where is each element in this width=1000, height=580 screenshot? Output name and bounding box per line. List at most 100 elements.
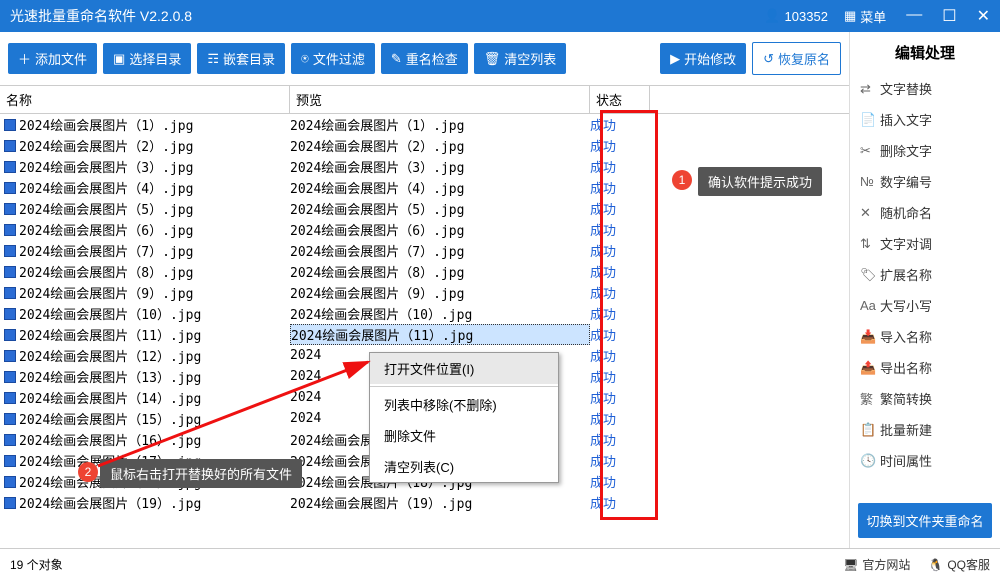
sidebar-title: 编辑处理 <box>858 42 992 63</box>
file-name: 2024绘画会展图片（14）.jpg <box>19 388 201 407</box>
table-row[interactable]: 2024绘画会展图片（6）.jpg2024绘画会展图片（6）.jpg成功 <box>0 219 849 240</box>
file-icon <box>4 455 16 467</box>
file-icon <box>4 392 16 404</box>
file-name: 2024绘画会展图片（12）.jpg <box>19 346 201 365</box>
table-row[interactable]: 2024绘画会展图片（10）.jpg2024绘画会展图片（10）.jpg成功 <box>0 303 849 324</box>
grid-icon: ▦ <box>844 8 856 24</box>
table-row[interactable]: 2024绘画会展图片（8）.jpg2024绘画会展图片（8）.jpg成功 <box>0 261 849 282</box>
table-row[interactable]: 2024绘画会展图片（2）.jpg2024绘画会展图片（2）.jpg成功 <box>0 135 849 156</box>
table-row[interactable]: 2024绘画会展图片（9）.jpg2024绘画会展图片（9）.jpg成功 <box>0 282 849 303</box>
user-badge[interactable]: 👤 103352 <box>764 8 828 24</box>
file-name: 2024绘画会展图片（19）.jpg <box>19 493 201 512</box>
sidebar-item[interactable]: 繁繁简转换 <box>858 383 992 414</box>
side-icon: Aa <box>860 298 874 313</box>
file-icon <box>4 413 16 425</box>
filter-icon: ⍟ <box>301 51 309 67</box>
ctx-separator <box>370 386 558 387</box>
switch-mode-button[interactable]: 切换到文件夹重命名 <box>858 503 992 538</box>
qq-icon: 🐧 <box>928 558 943 572</box>
sidebar-item[interactable]: 📥导入名称 <box>858 321 992 352</box>
col-preview[interactable]: 预览 <box>290 86 590 113</box>
sidebar-item[interactable]: 🕓时间属性 <box>858 445 992 476</box>
file-name: 2024绘画会展图片（8）.jpg <box>19 262 193 281</box>
check-icon: ✎ <box>391 51 402 67</box>
file-preview: 2024绘画会展图片（1）.jpg <box>290 115 590 134</box>
file-filter-button[interactable]: ⍟文件过滤 <box>291 43 375 74</box>
file-name: 2024绘画会展图片（2）.jpg <box>19 136 193 155</box>
file-icon <box>4 182 16 194</box>
side-icon: № <box>860 174 874 189</box>
clear-list-button[interactable]: 🗑清空列表 <box>474 43 567 74</box>
file-name: 2024绘画会展图片（13）.jpg <box>19 367 201 386</box>
file-name: 2024绘画会展图片（11）.jpg <box>19 325 201 344</box>
undo-icon: ↺ <box>763 51 774 67</box>
side-icon: 📥 <box>860 329 874 345</box>
side-icon: 🏷 <box>860 267 874 283</box>
sidebar-item[interactable]: ⇅文字对调 <box>858 228 992 259</box>
file-name: 2024绘画会展图片（3）.jpg <box>19 157 193 176</box>
sidebar-item[interactable]: 📤导出名称 <box>858 352 992 383</box>
sidebar-item[interactable]: 📄插入文字 <box>858 104 992 135</box>
file-preview: 2024绘画会展图片（4）.jpg <box>290 178 590 197</box>
col-name[interactable]: 名称 <box>0 86 290 113</box>
minimize-button[interactable]: — <box>906 6 922 26</box>
side-label: 文字替换 <box>880 79 932 98</box>
trash-icon: 🗑 <box>484 51 501 67</box>
menu-button[interactable]: ▦ 菜单 <box>844 7 886 26</box>
ctx-open-location[interactable]: 打开文件位置(I) <box>370 353 558 384</box>
file-icon <box>4 434 16 446</box>
file-icon <box>4 350 16 362</box>
table-row[interactable]: 2024绘画会展图片（11）.jpg2024绘画会展图片（11）.jpg成功 <box>0 324 849 345</box>
start-modify-button[interactable]: ▶开始修改 <box>660 43 746 74</box>
nested-dir-button[interactable]: ☶嵌套目录 <box>197 43 285 74</box>
file-name: 2024绘画会展图片（9）.jpg <box>19 283 193 302</box>
sidebar-item[interactable]: Aa大写小写 <box>858 290 992 321</box>
file-name: 2024绘画会展图片（4）.jpg <box>19 178 193 197</box>
rename-check-button[interactable]: ✎重名检查 <box>381 43 468 74</box>
restore-name-button[interactable]: ↺恢复原名 <box>752 42 841 75</box>
side-label: 扩展名称 <box>880 265 932 284</box>
table-row[interactable]: 2024绘画会展图片（1）.jpg2024绘画会展图片（1）.jpg成功 <box>0 114 849 135</box>
sidebar-item[interactable]: 🏷 扩展名称 <box>858 259 992 290</box>
table-row[interactable]: 2024绘画会展图片（5）.jpg2024绘画会展图片（5）.jpg成功 <box>0 198 849 219</box>
file-icon <box>4 287 16 299</box>
file-icon <box>4 329 16 341</box>
object-count: 19 个对象 <box>10 556 63 573</box>
ctx-clear-list[interactable]: 清空列表(C) <box>370 451 558 482</box>
context-menu: 打开文件位置(I) 列表中移除(不删除) 删除文件 清空列表(C) <box>369 352 559 483</box>
play-icon: ▶ <box>670 51 680 67</box>
side-icon: ✂ <box>860 143 874 159</box>
sidebar-item[interactable]: ⇄文字替换 <box>858 73 992 104</box>
sidebar: 编辑处理 ⇄文字替换📄插入文字✂删除文字№数字编号✕随机命名⇅文字对调 🏷 扩展名称… <box>850 32 1000 548</box>
sidebar-item[interactable]: ✕随机命名 <box>858 197 992 228</box>
callout-2: 鼠标右击打开替换好的所有文件 <box>100 459 302 488</box>
sidebar-item[interactable]: №数字编号 <box>858 166 992 197</box>
file-icon <box>4 266 16 278</box>
file-icon <box>4 245 16 257</box>
close-button[interactable]: ✕ <box>977 6 990 26</box>
side-icon: 📄 <box>860 112 874 128</box>
file-icon <box>4 476 16 488</box>
callout-1: 确认软件提示成功 <box>698 167 822 196</box>
add-file-button[interactable]: ＋添加文件 <box>8 43 97 74</box>
ctx-remove-from-list[interactable]: 列表中移除(不删除) <box>370 389 558 420</box>
qq-support-link[interactable]: 🐧QQ客服 <box>928 556 990 573</box>
official-site-link[interactable]: 🖥官方网站 <box>843 556 910 573</box>
select-dir-button[interactable]: ▣选择目录 <box>103 43 191 74</box>
file-preview: 2024绘画会展图片（6）.jpg <box>290 220 590 239</box>
maximize-button[interactable]: ☐ <box>942 6 956 26</box>
col-status[interactable]: 状态 <box>590 86 650 113</box>
file-preview: 2024绘画会展图片（10）.jpg <box>290 304 590 323</box>
sidebar-item[interactable]: ✂删除文字 <box>858 135 992 166</box>
side-icon: 📋 <box>860 422 874 438</box>
table-row[interactable]: 2024绘画会展图片（19）.jpg2024绘画会展图片（19）.jpg成功 <box>0 492 849 513</box>
globe-icon: 🖥 <box>843 558 858 572</box>
file-name: 2024绘画会展图片（10）.jpg <box>19 304 201 323</box>
file-name: 2024绘画会展图片（16）.jpg <box>19 430 201 449</box>
sidebar-item[interactable]: 📋 批量新建 <box>858 414 992 445</box>
ctx-delete-file[interactable]: 删除文件 <box>370 420 558 451</box>
table-row[interactable]: 2024绘画会展图片（7）.jpg2024绘画会展图片（7）.jpg成功 <box>0 240 849 261</box>
user-id: 103352 <box>785 9 828 24</box>
side-label: 文字对调 <box>880 234 932 253</box>
side-label: 批量新建 <box>880 420 932 439</box>
